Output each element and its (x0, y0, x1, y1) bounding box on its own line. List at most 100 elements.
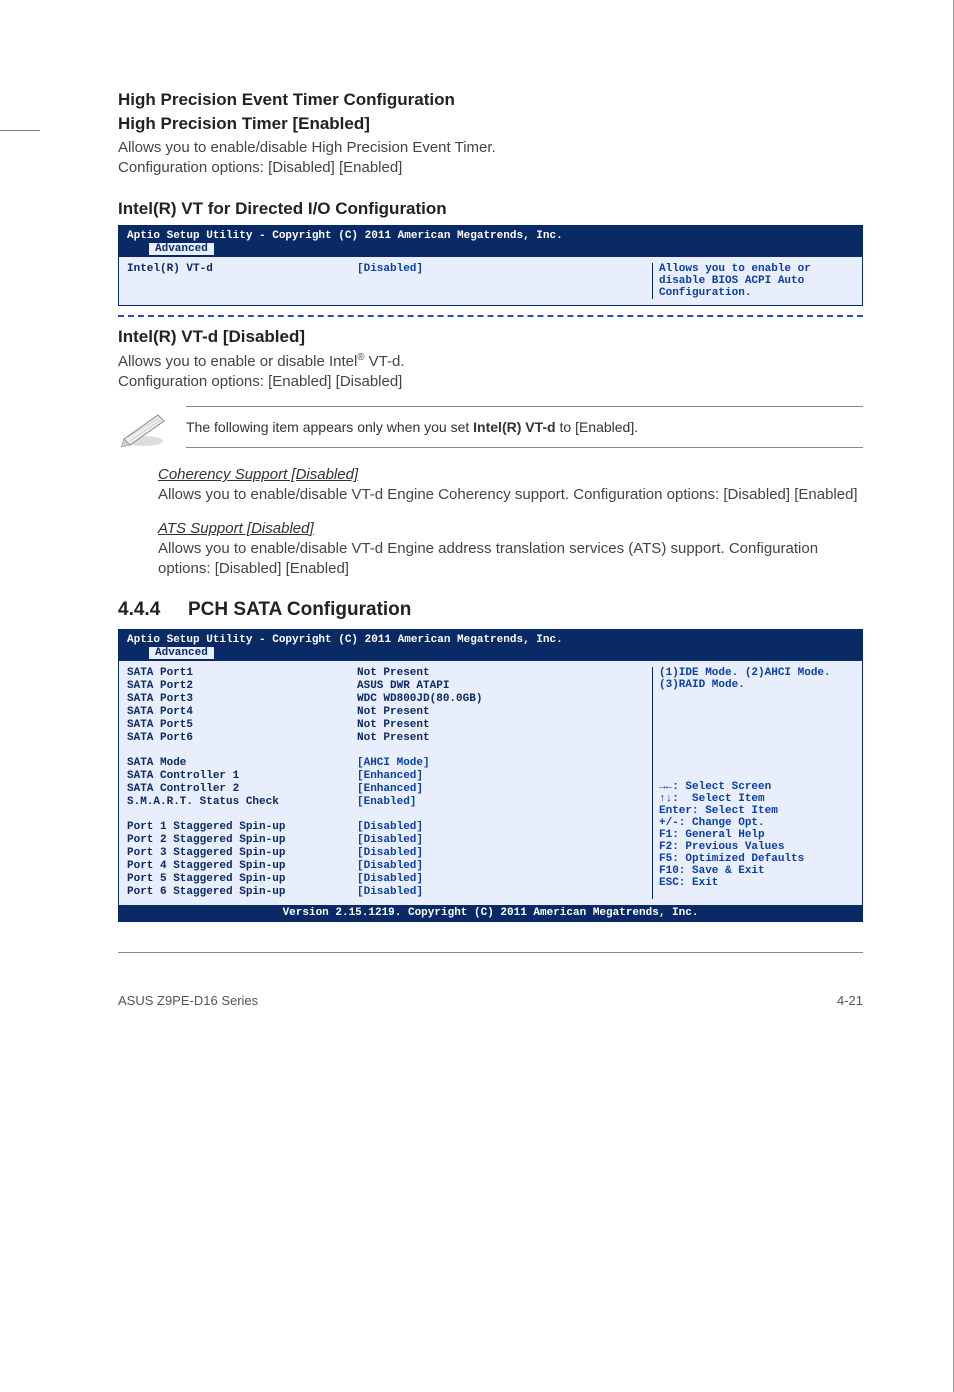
bios1-row-label: Intel(R) VT-d (127, 263, 357, 275)
vtd-desc: Allows you to enable or disable Intel® V… (118, 351, 863, 393)
bios1-tabrow: Advanced (119, 243, 862, 257)
bios2-row[interactable]: Port 5 Staggered Spin-up[Disabled] (127, 873, 652, 885)
bios1-header: Aptio Setup Utility - Copyright (C) 2011… (119, 226, 862, 243)
bios2-row[interactable]: SATA Port3WDC WD800JD(80.0GB) (127, 693, 652, 705)
bios2-row-value: [Disabled] (357, 847, 423, 859)
bios2-row-label: SATA Port4 (127, 706, 357, 718)
bios2-help-key: ESC: Exit (659, 877, 856, 889)
coherency-desc: Allows you to enable/disable VT-d Engine… (158, 485, 863, 505)
bios2-row-label: Port 6 Staggered Spin-up (127, 886, 357, 898)
bios2-row-label: Port 4 Staggered Spin-up (127, 860, 357, 872)
bios2-row-label: SATA Mode (127, 757, 357, 769)
bios2-row[interactable]: SATA Controller 2[Enhanced] (127, 783, 652, 795)
page-footer: ASUS Z9PE-D16 Series 4-21 (118, 993, 863, 1008)
vtd-desc-pre: Allows you to enable or disable Intel (118, 353, 357, 370)
note-bold: Intel(R) VT-d (473, 419, 555, 435)
note-pre: The following item appears only when you… (186, 419, 473, 435)
bios2-row[interactable]: Port 3 Staggered Spin-up[Disabled] (127, 847, 652, 859)
bios2-row[interactable]: S.M.A.R.T. Status Check[Enabled] (127, 796, 652, 808)
note-text: The following item appears only when you… (186, 406, 863, 448)
vtd-cfg-options: Configuration options: [Enabled] [Disabl… (118, 373, 402, 390)
bios2-row-label: SATA Controller 2 (127, 783, 357, 795)
bios2-row-value: [Disabled] (357, 886, 423, 898)
bios2-row[interactable]: SATA Port2ASUS DWR ATAPI (127, 680, 652, 692)
note-post: to [Enabled]. (556, 419, 639, 435)
bios2-row-value: Not Present (357, 732, 430, 744)
bios2-help-key: →←: Select Screen (659, 781, 856, 793)
bios2-help-key: +/-: Change Opt. (659, 817, 856, 829)
bios2-row[interactable]: SATA Port5Not Present (127, 719, 652, 731)
bios2-help-mode: (1)IDE Mode. (2)AHCI Mode. (3)RAID Mode. (659, 667, 856, 691)
crop-mark (0, 130, 40, 131)
hpet-desc-line2: Configuration options: [Disabled] [Enabl… (118, 159, 402, 176)
bios2-row-label: S.M.A.R.T. Status Check (127, 796, 357, 808)
coherency-title: Coherency Support [Disabled] (158, 466, 863, 483)
footer-right: 4-21 (837, 993, 863, 1008)
bios2-row-value: [Enhanced] (357, 770, 423, 782)
vtd-desc-post: VT-d. (365, 353, 405, 370)
bios1-help: Allows you to enable or disable BIOS ACP… (652, 263, 862, 299)
bios2-row[interactable]: SATA Controller 1[Enhanced] (127, 770, 652, 782)
bios-panel-vt-d: Aptio Setup Utility - Copyright (C) 2011… (118, 225, 863, 306)
vtd-title: Intel(R) VT-d [Disabled] (118, 327, 863, 347)
bios2-row-label: Port 2 Staggered Spin-up (127, 834, 357, 846)
coherency-block: Coherency Support [Disabled] Allows you … (158, 466, 863, 505)
bios2-row-label: SATA Port5 (127, 719, 357, 731)
ats-desc: Allows you to enable/disable VT-d Engine… (158, 539, 863, 580)
bios2-row[interactable]: Port 1 Staggered Spin-up[Disabled] (127, 821, 652, 833)
bios2-row-label: Port 1 Staggered Spin-up (127, 821, 357, 833)
bios2-help-key: F2: Previous Values (659, 841, 856, 853)
footer-left: ASUS Z9PE-D16 Series (118, 993, 258, 1008)
bios2-row[interactable]: Port 2 Staggered Spin-up[Disabled] (127, 834, 652, 846)
note-pencil-icon (118, 407, 168, 447)
bios2-row-value: Not Present (357, 667, 430, 679)
bios1-truncation-dashes (118, 315, 863, 317)
bios2-row-value: [Enhanced] (357, 783, 423, 795)
bios2-row-label: Port 3 Staggered Spin-up (127, 847, 357, 859)
bios2-row-label: Port 5 Staggered Spin-up (127, 873, 357, 885)
bios2-row-value: Not Present (357, 719, 430, 731)
bios2-row-value: [Disabled] (357, 860, 423, 872)
bios2-row-value: [AHCI Mode] (357, 757, 430, 769)
hpet-timer-title: High Precision Timer [Enabled] (118, 114, 863, 134)
hpet-desc: Allows you to enable/disable High Precis… (118, 138, 863, 179)
bios2-row-label: SATA Port2 (127, 680, 357, 692)
bios1-tab-advanced[interactable]: Advanced (149, 243, 214, 255)
bios2-row[interactable]: SATA Port1Not Present (127, 667, 652, 679)
pch-heading: 4.4.4PCH SATA Configuration (118, 599, 863, 621)
bios2-help-key: F1: General Help (659, 829, 856, 841)
bios2-footer: Version 2.15.1219. Copyright (C) 2011 Am… (119, 905, 862, 921)
bios2-row-value: WDC WD800JD(80.0GB) (357, 693, 482, 705)
bios2-row[interactable]: Port 4 Staggered Spin-up[Disabled] (127, 860, 652, 872)
note-box: The following item appears only when you… (118, 406, 863, 448)
bios2-row-value: [Disabled] (357, 834, 423, 846)
bios2-row-value: [Enabled] (357, 796, 416, 808)
bios2-row[interactable]: SATA Mode[AHCI Mode] (127, 757, 652, 769)
bios2-help-key: F5: Optimized Defaults (659, 853, 856, 865)
bios1-row-vtd[interactable]: Intel(R) VT-d [Disabled] (127, 263, 652, 275)
bios2-row-label: SATA Port6 (127, 732, 357, 744)
pch-title: PCH SATA Configuration (188, 599, 411, 620)
footer-rule (118, 952, 863, 953)
bios2-row-value: Not Present (357, 706, 430, 718)
pch-num: 4.4.4 (118, 599, 188, 621)
bios2-row[interactable]: SATA Port6Not Present (127, 732, 652, 744)
bios1-row-value: [Disabled] (357, 263, 423, 275)
bios2-row-label: SATA Port1 (127, 667, 357, 679)
bios2-help-key: Enter: Select Item (659, 805, 856, 817)
bios2-row[interactable]: SATA Port4Not Present (127, 706, 652, 718)
bios2-header: Aptio Setup Utility - Copyright (C) 2011… (119, 630, 862, 647)
bios2-row-value: ASUS DWR ATAPI (357, 680, 449, 692)
bios2-row-value: [Disabled] (357, 873, 423, 885)
bios2-row[interactable]: Port 6 Staggered Spin-up[Disabled] (127, 886, 652, 898)
bios-panel-pch-sata: Aptio Setup Utility - Copyright (C) 2011… (118, 629, 863, 922)
bios2-help-key: ↑↓: Select Item (659, 793, 856, 805)
bios2-row-label: SATA Port3 (127, 693, 357, 705)
bios2-tab-advanced[interactable]: Advanced (149, 647, 214, 659)
ats-title: ATS Support [Disabled] (158, 520, 863, 537)
bios2-row-value: [Disabled] (357, 821, 423, 833)
hpet-config-title: High Precision Event Timer Configuration (118, 90, 863, 110)
bios2-row-label: SATA Controller 1 (127, 770, 357, 782)
bios2-help-key: F10: Save & Exit (659, 865, 856, 877)
hpet-desc-line1: Allows you to enable/disable High Precis… (118, 139, 496, 156)
